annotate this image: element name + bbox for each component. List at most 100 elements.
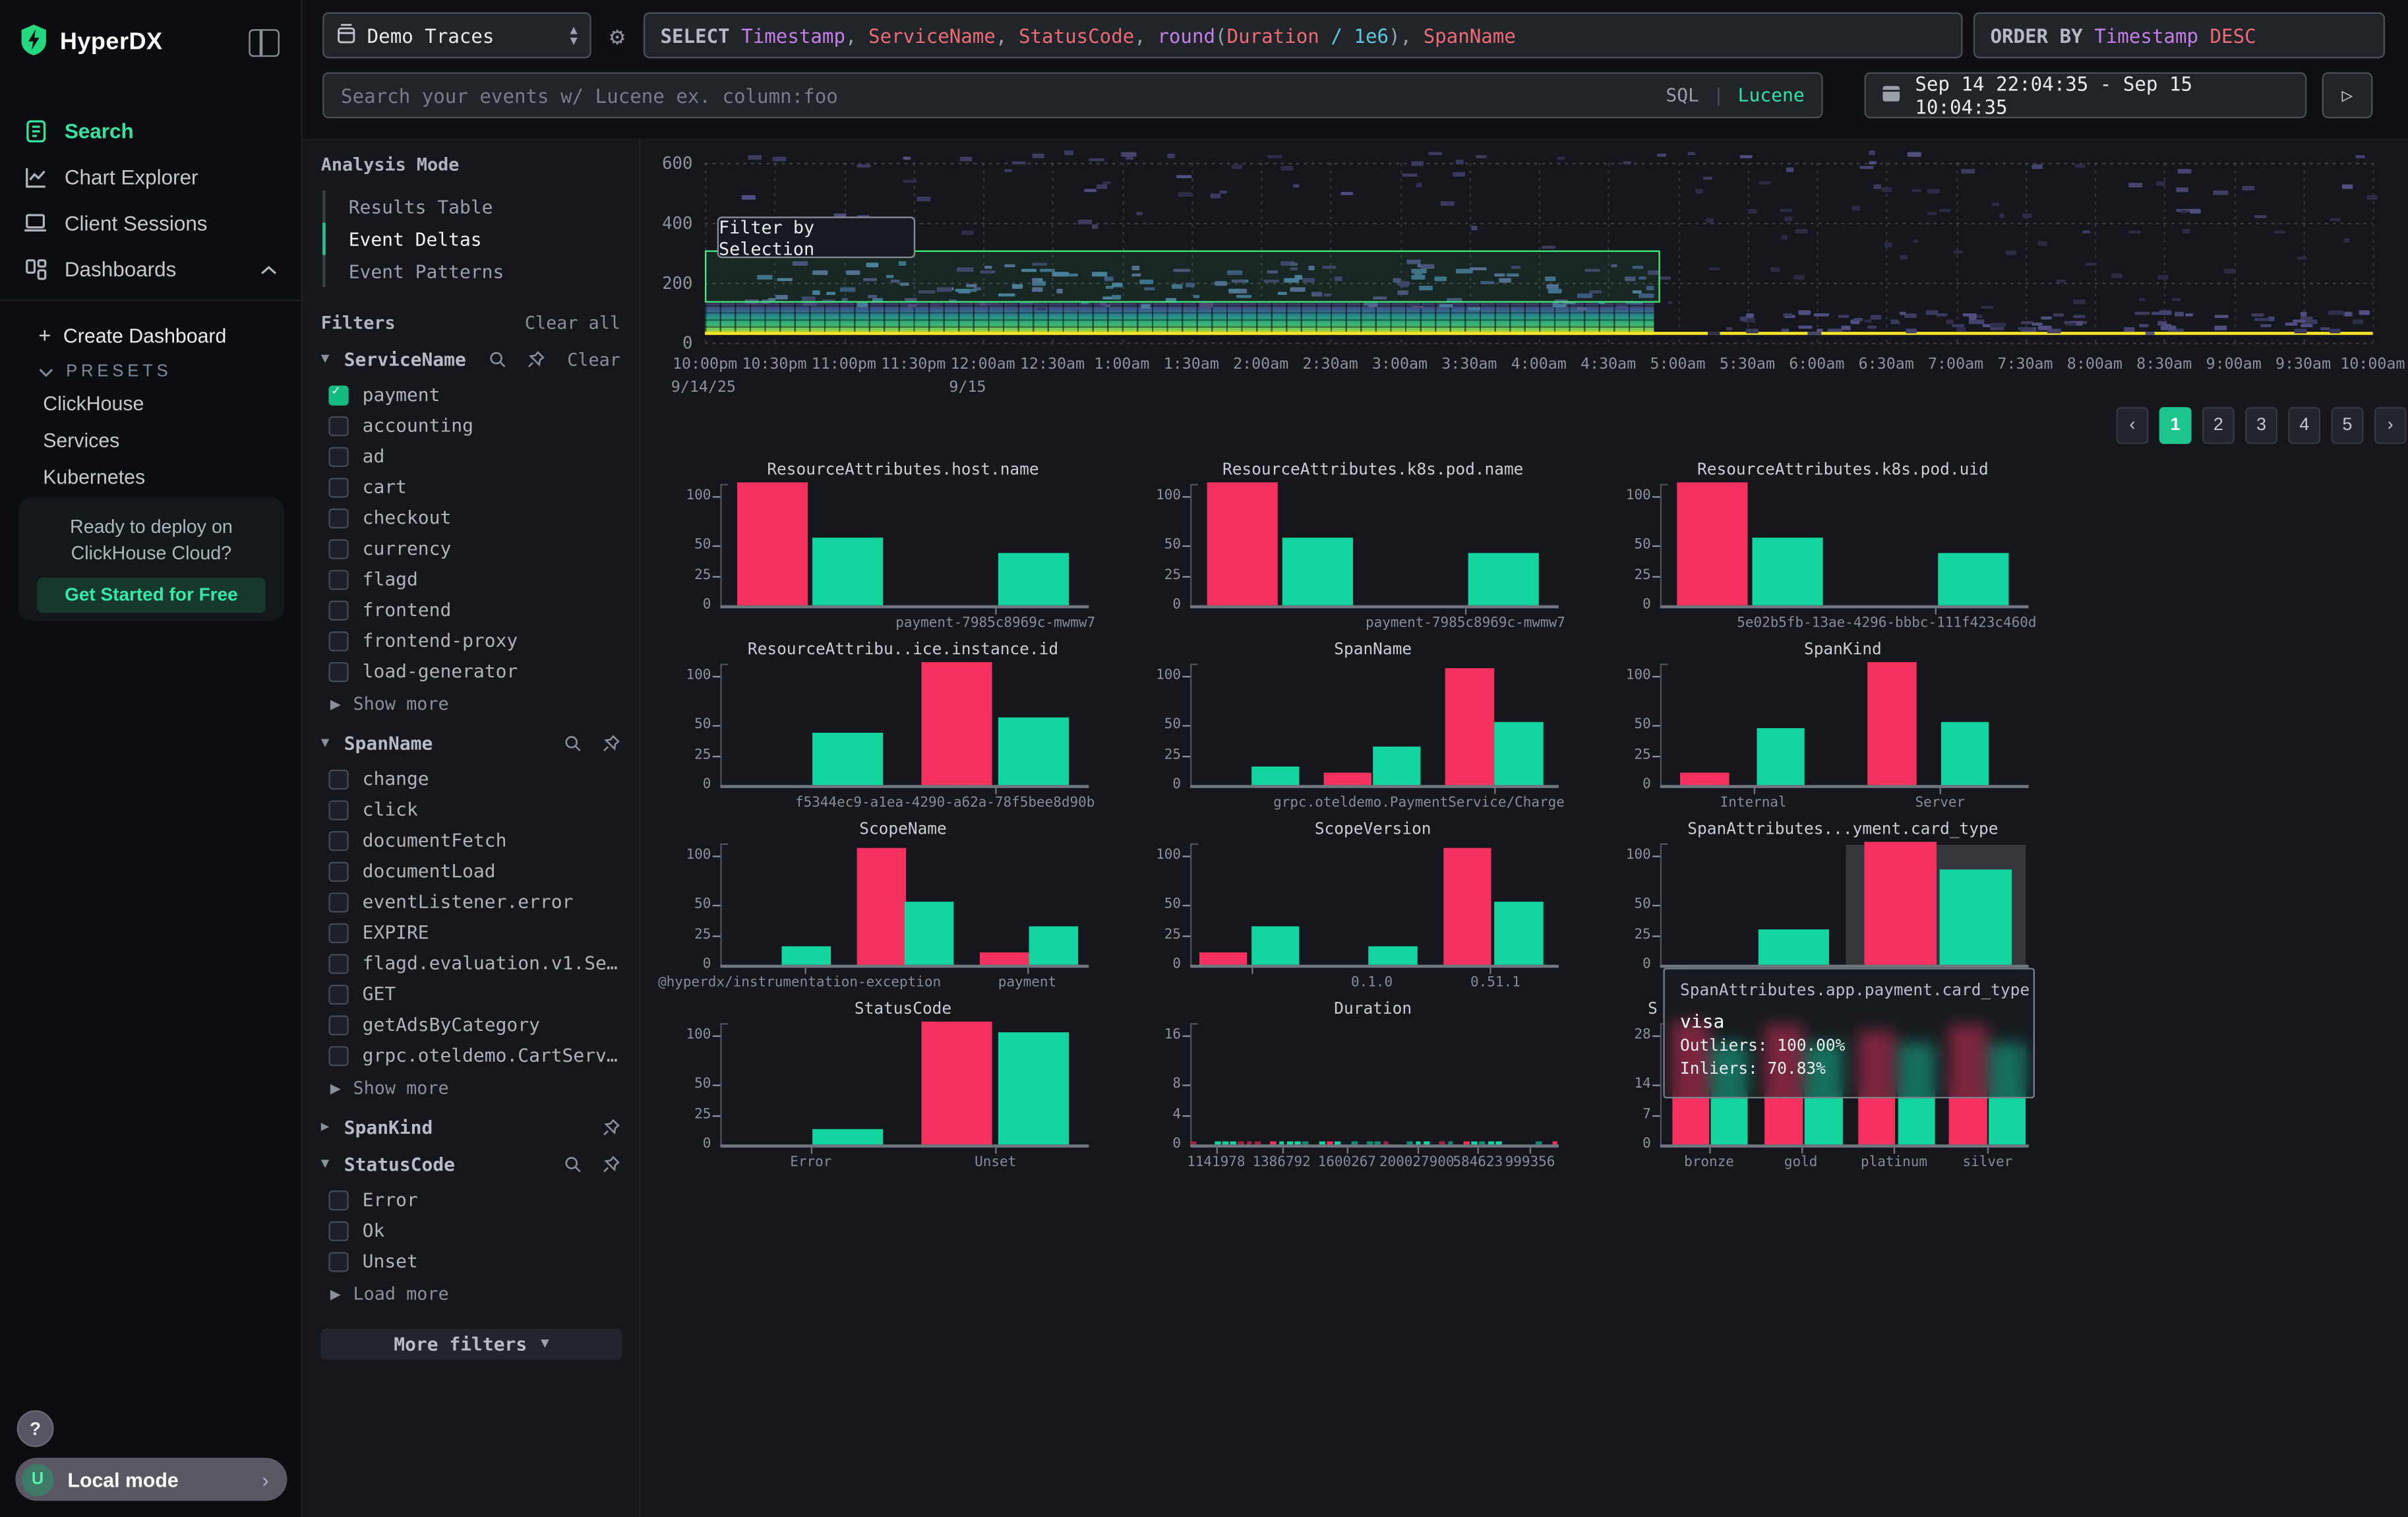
chart-plot-area[interactable] [1190, 1024, 1555, 1144]
filter-checkbox-item[interactable]: load-generator [321, 656, 620, 687]
filter-checkbox-item[interactable]: checkout [321, 503, 620, 534]
events-heatmap[interactable]: 6004002000Filter by Selection10:00pm10:3… [640, 139, 2408, 400]
chart-plot-area[interactable] [720, 665, 1085, 785]
clear-section-button[interactable]: Clear [567, 349, 620, 371]
page-button-2[interactable]: 2 [2202, 407, 2235, 444]
more-filters-button[interactable]: More filters ▼ [321, 1329, 622, 1360]
chart-plot-area[interactable] [720, 485, 1085, 605]
pin-icon[interactable] [602, 1119, 620, 1137]
pin-icon[interactable] [602, 1155, 620, 1173]
filter-checkbox-item[interactable]: getAdsByCategory [321, 1009, 620, 1040]
help-button[interactable]: ? [17, 1410, 54, 1447]
filter-checkbox-item[interactable]: change [321, 764, 620, 795]
filter-checkbox-item[interactable]: flagd.evaluation.v1.Serv… [321, 948, 620, 979]
sidebar-item-kubernetes[interactable]: Kubernetes [0, 458, 301, 495]
checkbox-unchecked[interactable] [328, 984, 348, 1004]
gear-icon[interactable]: ⚙ [602, 22, 633, 53]
chart-plot-area[interactable] [1660, 485, 2026, 605]
collapse-sidebar-icon[interactable] [249, 29, 280, 57]
page-button-3[interactable]: 3 [2245, 407, 2277, 444]
checkbox-unchecked[interactable] [328, 631, 348, 650]
checkbox-unchecked[interactable] [328, 953, 348, 973]
checkbox-unchecked[interactable] [328, 769, 348, 789]
checkbox-unchecked[interactable] [328, 892, 348, 912]
filter-checkbox-item[interactable]: documentLoad [321, 855, 620, 886]
load-more-link[interactable]: ▶Load more [321, 1276, 620, 1307]
page-button-1[interactable]: 1 [2159, 407, 2192, 444]
checkbox-unchecked[interactable] [328, 662, 348, 681]
filter-checkbox-item[interactable]: Ok [321, 1215, 620, 1246]
create-dashboard-button[interactable]: + Create Dashboard [0, 317, 301, 354]
filter-checkbox-item[interactable]: Error [321, 1185, 620, 1216]
sidebar-item-client-sessions[interactable]: Client Sessions [0, 200, 301, 246]
filter-section-header-statuscode[interactable]: ▼StatusCode [321, 1154, 620, 1175]
chart-plot-area[interactable] [1660, 665, 2026, 785]
clear-all-button[interactable]: Clear all [525, 312, 620, 334]
checkbox-unchecked[interactable] [328, 569, 348, 589]
checkbox-checked[interactable] [328, 385, 348, 404]
checkbox-unchecked[interactable] [328, 477, 348, 497]
chart-plot-area[interactable] [720, 845, 1085, 965]
show-more-link[interactable]: ▶Show more [321, 1070, 620, 1101]
search-icon[interactable] [489, 350, 508, 369]
filter-checkbox-item[interactable]: GET [321, 979, 620, 1010]
page-button-4[interactable]: 4 [2288, 407, 2320, 444]
filter-checkbox-item[interactable]: frontend-proxy [321, 625, 620, 656]
chevron-up-icon[interactable] [260, 257, 278, 280]
filter-checkbox-item[interactable]: ad [321, 441, 620, 472]
checkbox-unchecked[interactable] [328, 1014, 348, 1034]
checkbox-unchecked[interactable] [328, 799, 348, 819]
filter-checkbox-item[interactable]: accounting [321, 410, 620, 441]
get-started-button[interactable]: Get Started for Free [37, 578, 266, 613]
filter-checkbox-item[interactable]: payment [321, 379, 620, 410]
chart-plot-area[interactable] [1190, 665, 1555, 785]
search-icon[interactable] [564, 734, 582, 753]
filter-checkbox-item[interactable]: currency [321, 533, 620, 564]
sql-select-editor[interactable]: SELECT Timestamp, ServiceName, StatusCod… [644, 13, 1963, 59]
page-prev-button[interactable]: ‹ [2116, 407, 2148, 444]
show-more-link[interactable]: ▶Show more [321, 687, 620, 718]
checkbox-unchecked[interactable] [328, 538, 348, 558]
checkbox-unchecked[interactable] [328, 1045, 348, 1065]
checkbox-unchecked[interactable] [328, 1251, 348, 1271]
chart-plot-area[interactable] [720, 1024, 1085, 1144]
order-by-editor[interactable]: ORDER BY Timestamp DESC [1973, 13, 2385, 59]
page-next-button[interactable]: › [2374, 407, 2407, 444]
filter-checkbox-item[interactable]: Unset [321, 1246, 620, 1277]
checkbox-unchecked[interactable] [328, 508, 348, 528]
sidebar-item-services[interactable]: Services [0, 421, 301, 458]
filter-checkbox-item[interactable]: documentFetch [321, 825, 620, 856]
checkbox-unchecked[interactable] [328, 861, 348, 881]
local-mode-menu[interactable]: U Local mode › [15, 1458, 287, 1501]
run-query-button[interactable]: ▷ [2322, 72, 2373, 118]
lang-lucene-option[interactable]: Lucene [1738, 84, 1805, 106]
analysis-mode-event-patterns[interactable]: Event Patterns [326, 255, 620, 288]
filter-checkbox-item[interactable]: flagd [321, 564, 620, 595]
filter-section-header-servicename[interactable]: ▼ServiceNameClear [321, 349, 620, 371]
filter-section-header-spankind[interactable]: ▶SpanKind [321, 1117, 620, 1138]
filter-checkbox-item[interactable]: eventListener.error [321, 886, 620, 917]
sidebar-item-clickhouse[interactable]: ClickHouse [0, 384, 301, 421]
checkbox-unchecked[interactable] [328, 600, 348, 620]
filter-checkbox-item[interactable]: cart [321, 472, 620, 503]
filter-checkbox-item[interactable]: EXPIRE [321, 917, 620, 948]
chart-plot-area[interactable] [1190, 485, 1555, 605]
checkbox-unchecked[interactable] [328, 416, 348, 435]
lang-sql-option[interactable]: SQL [1666, 84, 1699, 106]
filter-by-selection-button[interactable]: Filter by Selection [717, 216, 915, 258]
chart-plot-area[interactable] [1660, 845, 2026, 965]
page-button-5[interactable]: 5 [2332, 407, 2364, 444]
pin-icon[interactable] [602, 734, 620, 753]
source-select[interactable]: Demo Traces ▲▼ [322, 13, 591, 59]
analysis-mode-event-deltas[interactable]: Event Deltas [326, 223, 620, 255]
checkbox-unchecked[interactable] [328, 923, 348, 943]
search-input[interactable]: Search your events w/ Lucene ex. column:… [322, 72, 1823, 118]
filter-section-header-spanname[interactable]: ▼SpanName [321, 733, 620, 755]
checkbox-unchecked[interactable] [328, 1220, 348, 1240]
analysis-mode-results-table[interactable]: Results Table [326, 191, 620, 223]
filter-checkbox-item[interactable]: frontend [321, 594, 620, 625]
filter-checkbox-item[interactable]: click [321, 794, 620, 825]
checkbox-unchecked[interactable] [328, 1190, 348, 1210]
chart-plot-area[interactable] [1190, 845, 1555, 965]
checkbox-unchecked[interactable] [328, 447, 348, 466]
